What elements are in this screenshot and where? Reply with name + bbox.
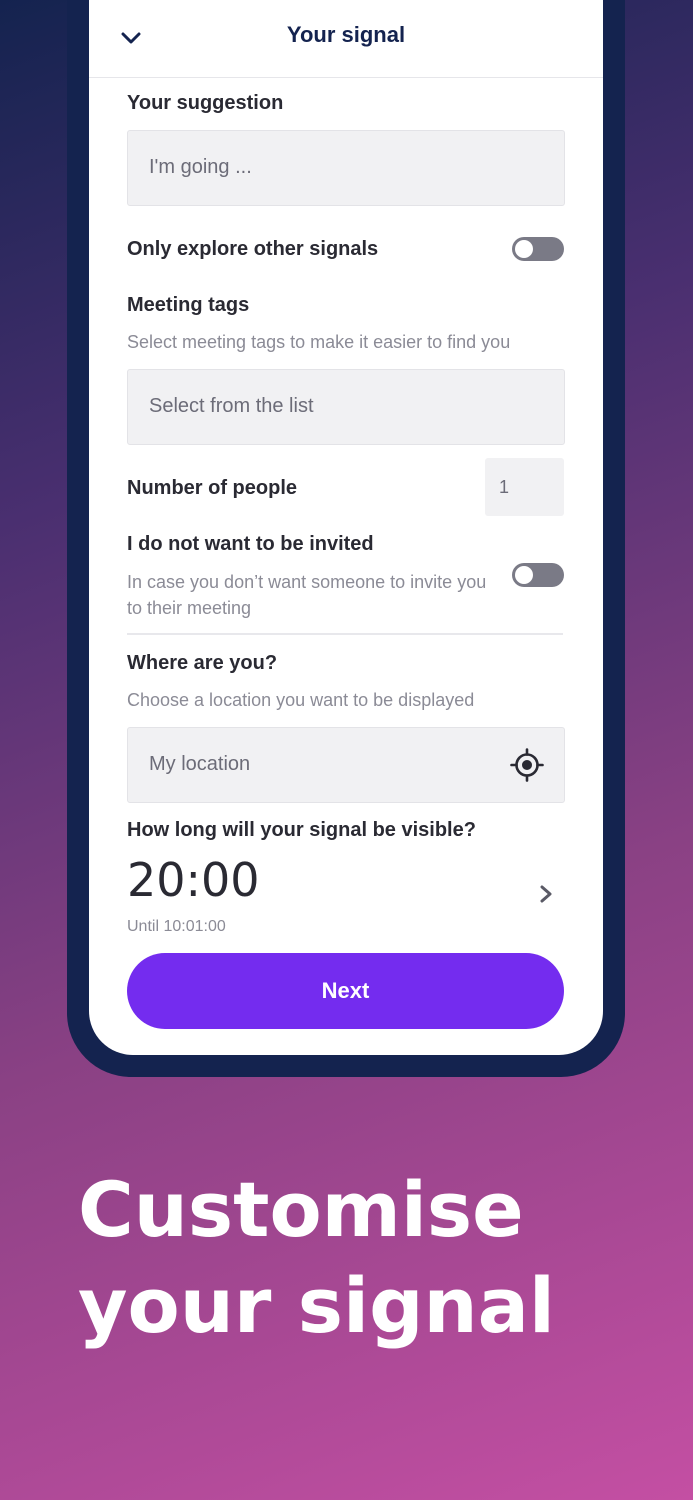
meeting-tags-hint: Select meeting tags to make it easier to…	[127, 332, 511, 352]
explore-only-label: Only explore other signals	[127, 238, 379, 260]
visibility-label: How long will your signal be visible?	[127, 819, 476, 841]
location-hint: Choose a location you want to be display…	[127, 690, 475, 710]
people-count-value: 1	[499, 477, 510, 497]
no-invites-hint: In case you don’t want someone to invite…	[127, 572, 487, 618]
visibility-until: Until 10:01:00	[127, 918, 226, 935]
no-invites-toggle[interactable]	[512, 563, 564, 587]
locate-icon[interactable]	[510, 748, 544, 782]
next-button[interactable]: Next	[127, 953, 564, 1029]
meeting-tags-select[interactable]: Select from the list	[127, 369, 565, 445]
toggle-knob	[515, 240, 533, 258]
page-title: Your signal	[286, 22, 406, 47]
meeting-tags-label: Meeting tags	[127, 294, 250, 316]
toggle-knob	[515, 566, 533, 584]
explore-only-toggle[interactable]	[512, 237, 564, 261]
headline-line-1: Customise	[78, 1165, 524, 1254]
suggestion-input[interactable]: I'm going ...	[127, 130, 565, 206]
location-label: Where are you?	[127, 652, 278, 674]
location-input[interactable]: My location	[127, 727, 565, 803]
app-header: Your signal	[89, 0, 603, 78]
chevron-right-icon[interactable]	[535, 882, 557, 906]
location-placeholder: My location	[149, 753, 251, 775]
headline-line-2: your signal	[78, 1261, 555, 1350]
promo-headline: Customise your signal	[78, 1162, 555, 1354]
no-invites-label: I do not want to be invited	[127, 533, 374, 555]
section-divider	[127, 633, 563, 635]
people-label: Number of people	[127, 477, 298, 499]
suggestion-label: Your suggestion	[127, 92, 284, 114]
meeting-tags-placeholder: Select from the list	[149, 395, 314, 417]
people-count-input[interactable]: 1	[485, 458, 564, 516]
app-screen: Your signal Your suggestion I'm going ..…	[89, 0, 603, 1055]
visibility-duration[interactable]: 20:00	[127, 853, 260, 907]
suggestion-placeholder: I'm going ...	[149, 156, 252, 178]
